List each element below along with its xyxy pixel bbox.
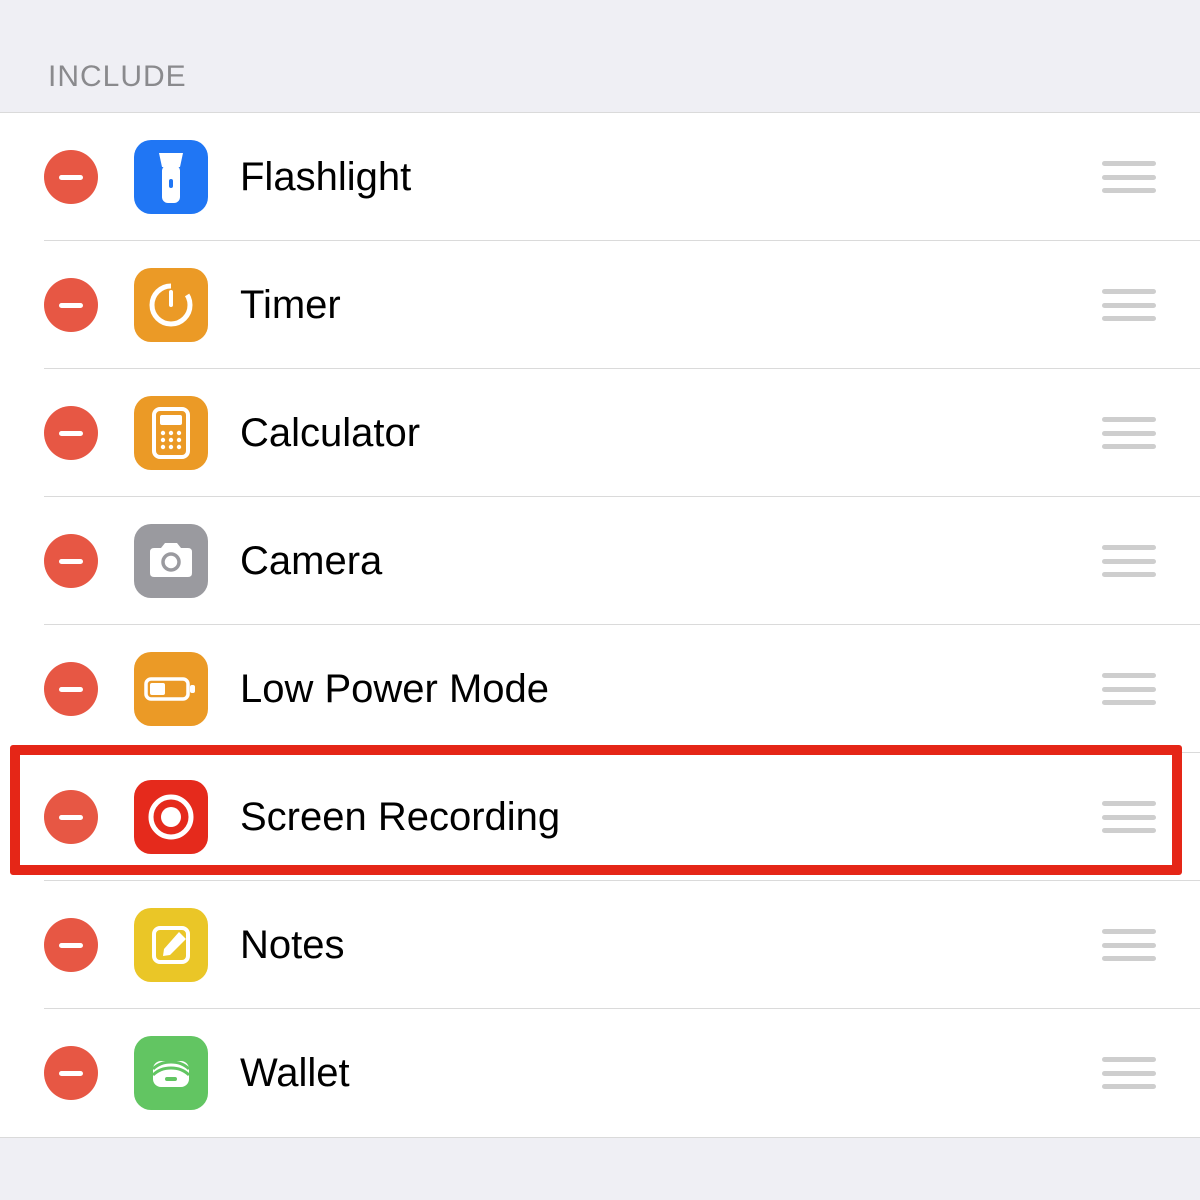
drag-handle[interactable] bbox=[1102, 801, 1156, 833]
flashlight-icon bbox=[134, 140, 208, 214]
record-icon bbox=[134, 780, 208, 854]
minus-icon bbox=[59, 303, 83, 308]
list-item-wallet[interactable]: Wallet bbox=[0, 1009, 1200, 1137]
section-header-include: INCLUDE bbox=[0, 0, 1200, 112]
drag-handle[interactable] bbox=[1102, 289, 1156, 321]
remove-button[interactable] bbox=[44, 534, 98, 588]
list-item-screen-recording[interactable]: Screen Recording bbox=[0, 753, 1200, 881]
drag-handle[interactable] bbox=[1102, 673, 1156, 705]
minus-icon bbox=[59, 431, 83, 436]
item-label: Flashlight bbox=[240, 155, 1086, 200]
notes-icon bbox=[134, 908, 208, 982]
list-item-low-power-mode[interactable]: Low Power Mode bbox=[0, 625, 1200, 753]
item-label: Notes bbox=[240, 923, 1086, 968]
calculator-icon bbox=[134, 396, 208, 470]
drag-handle[interactable] bbox=[1102, 929, 1156, 961]
item-label: Camera bbox=[240, 539, 1086, 584]
remove-button[interactable] bbox=[44, 278, 98, 332]
timer-icon bbox=[134, 268, 208, 342]
item-label: Screen Recording bbox=[240, 795, 1086, 840]
remove-button[interactable] bbox=[44, 406, 98, 460]
battery-icon bbox=[134, 652, 208, 726]
list-item-calculator[interactable]: Calculator bbox=[0, 369, 1200, 497]
remove-button[interactable] bbox=[44, 150, 98, 204]
minus-icon bbox=[59, 687, 83, 692]
item-label: Wallet bbox=[240, 1051, 1086, 1096]
drag-handle[interactable] bbox=[1102, 545, 1156, 577]
remove-button[interactable] bbox=[44, 662, 98, 716]
camera-icon bbox=[134, 524, 208, 598]
remove-button[interactable] bbox=[44, 1046, 98, 1100]
minus-icon bbox=[59, 1071, 83, 1076]
minus-icon bbox=[59, 559, 83, 564]
drag-handle[interactable] bbox=[1102, 161, 1156, 193]
minus-icon bbox=[59, 943, 83, 948]
item-label: Low Power Mode bbox=[240, 667, 1086, 712]
item-label: Calculator bbox=[240, 411, 1086, 456]
remove-button[interactable] bbox=[44, 918, 98, 972]
minus-icon bbox=[59, 175, 83, 180]
include-list: Flashlight Timer bbox=[0, 112, 1200, 1138]
minus-icon bbox=[59, 815, 83, 820]
remove-button[interactable] bbox=[44, 790, 98, 844]
wallet-icon bbox=[134, 1036, 208, 1110]
drag-handle[interactable] bbox=[1102, 417, 1156, 449]
list-item-camera[interactable]: Camera bbox=[0, 497, 1200, 625]
drag-handle[interactable] bbox=[1102, 1057, 1156, 1089]
list-item-notes[interactable]: Notes bbox=[0, 881, 1200, 1009]
item-label: Timer bbox=[240, 283, 1086, 328]
list-item-timer[interactable]: Timer bbox=[0, 241, 1200, 369]
list-item-flashlight[interactable]: Flashlight bbox=[0, 113, 1200, 241]
